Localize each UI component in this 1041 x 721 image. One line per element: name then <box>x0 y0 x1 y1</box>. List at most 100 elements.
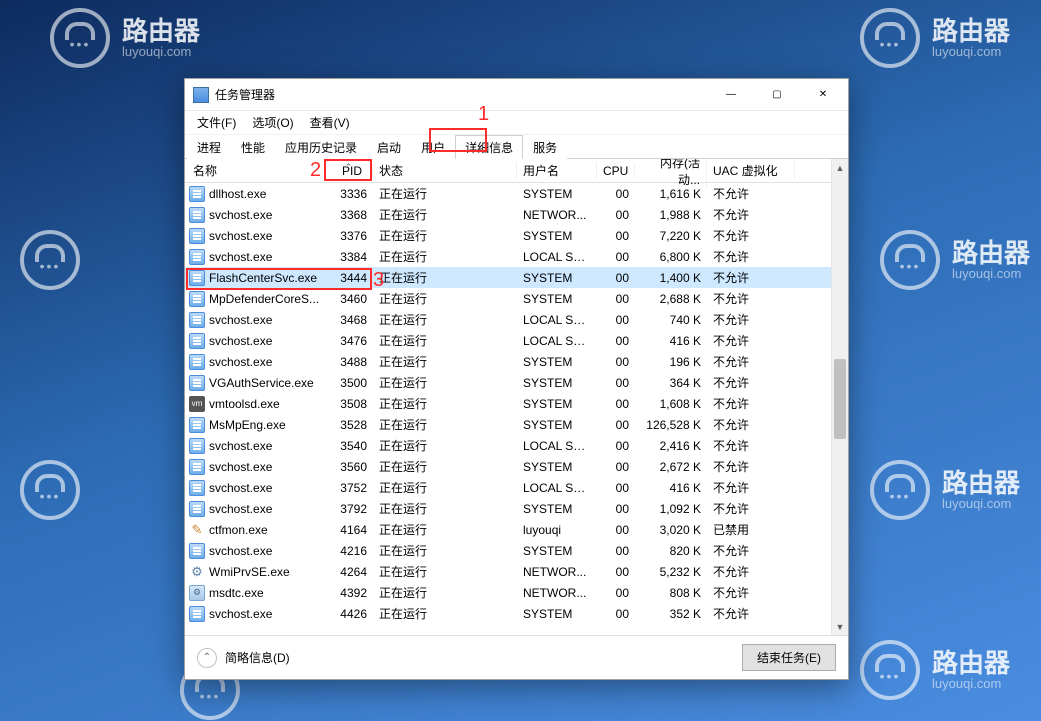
process-icon <box>189 291 205 307</box>
mem-cell: 6,800 K <box>635 250 707 264</box>
process-icon <box>189 438 205 454</box>
menu-options[interactable]: 选项(O) <box>246 112 299 133</box>
fewer-details-button[interactable]: ⌃ 简略信息(D) <box>197 648 290 668</box>
table-row[interactable]: svchost.exe3488正在运行SYSTEM00196 K不允许 <box>185 351 831 372</box>
table-row[interactable]: VGAuthService.exe3500正在运行SYSTEM00364 K不允… <box>185 372 831 393</box>
mem-cell: 2,688 K <box>635 292 707 306</box>
status-cell: 正在运行 <box>373 500 517 517</box>
table-row[interactable]: FlashCenterSvc.exe3444正在运行SYSTEM001,400 … <box>185 267 831 288</box>
cpu-cell: 00 <box>597 607 635 621</box>
vertical-scrollbar[interactable]: ▲ ▼ <box>831 159 848 635</box>
table-row[interactable]: msdtc.exe4392正在运行NETWOR...00808 K不允许 <box>185 582 831 603</box>
pid-cell: 3460 <box>325 292 373 306</box>
tab-startup[interactable]: 启动 <box>367 135 411 159</box>
user-cell: SYSTEM <box>517 187 597 201</box>
tab-services[interactable]: 服务 <box>523 135 567 159</box>
uac-cell: 不允许 <box>707 185 795 202</box>
cpu-cell: 00 <box>597 334 635 348</box>
uac-cell: 不允许 <box>707 584 795 601</box>
status-cell: 正在运行 <box>373 584 517 601</box>
table-row[interactable]: svchost.exe3752正在运行LOCAL SE...00416 K不允许 <box>185 477 831 498</box>
watermark-cn: 路由器 <box>122 17 200 46</box>
maximize-button[interactable]: ▢ <box>754 80 800 110</box>
cpu-cell: 00 <box>597 418 635 432</box>
table-row[interactable]: WmiPrvSE.exe4264正在运行NETWOR...005,232 K不允… <box>185 561 831 582</box>
fewer-details-label: 简略信息(D) <box>225 649 290 666</box>
uac-cell: 不允许 <box>707 542 795 559</box>
user-cell: NETWOR... <box>517 586 597 600</box>
status-cell: 正在运行 <box>373 290 517 307</box>
uac-cell: 不允许 <box>707 458 795 475</box>
process-icon <box>189 312 205 328</box>
minimize-button[interactable]: — <box>708 80 754 110</box>
process-name: dllhost.exe <box>209 187 266 201</box>
process-name: svchost.exe <box>209 250 272 264</box>
cpu-cell: 00 <box>597 187 635 201</box>
mem-cell: 1,608 K <box>635 397 707 411</box>
table-row[interactable]: svchost.exe3540正在运行LOCAL SE...002,416 K不… <box>185 435 831 456</box>
menu-file[interactable]: 文件(F) <box>191 112 242 133</box>
table-row[interactable]: MpDefenderCoreS...3460正在运行SYSTEM002,688 … <box>185 288 831 309</box>
uac-cell: 不允许 <box>707 353 795 370</box>
status-cell: 正在运行 <box>373 332 517 349</box>
pid-cell: 3528 <box>325 418 373 432</box>
col-status[interactable]: 状态 <box>373 162 517 179</box>
process-name: svchost.exe <box>209 607 272 621</box>
table-row[interactable]: svchost.exe3476正在运行LOCAL SE...00416 K不允许 <box>185 330 831 351</box>
pid-cell: 3476 <box>325 334 373 348</box>
uac-cell: 不允许 <box>707 290 795 307</box>
table-row[interactable]: svchost.exe3368正在运行NETWOR...001,988 K不允许 <box>185 204 831 225</box>
tab-app-history[interactable]: 应用历史记录 <box>275 135 367 159</box>
tab-details[interactable]: 详细信息 <box>455 135 523 159</box>
tab-processes[interactable]: 进程 <box>187 135 231 159</box>
table-row[interactable]: vmvmtoolsd.exe3508正在运行SYSTEM001,608 K不允许 <box>185 393 831 414</box>
table-row[interactable]: svchost.exe4426正在运行SYSTEM00352 K不允许 <box>185 603 831 624</box>
cpu-cell: 00 <box>597 565 635 579</box>
mem-cell: 196 K <box>635 355 707 369</box>
process-icon <box>189 270 205 286</box>
col-pid[interactable]: PID <box>325 164 373 178</box>
table-row[interactable]: svchost.exe3560正在运行SYSTEM002,672 K不允许 <box>185 456 831 477</box>
mem-cell: 2,672 K <box>635 460 707 474</box>
process-name: MsMpEng.exe <box>209 418 286 432</box>
scroll-down-icon[interactable]: ▼ <box>832 618 848 635</box>
scroll-thumb[interactable] <box>834 359 846 439</box>
col-name[interactable]: 名称 <box>185 162 325 179</box>
pid-cell: 3444 <box>325 271 373 285</box>
watermark <box>20 230 80 290</box>
cpu-cell: 00 <box>597 376 635 390</box>
col-cpu[interactable]: CPU <box>597 164 635 178</box>
col-mem[interactable]: 内存(活动... <box>635 159 707 188</box>
user-cell: NETWOR... <box>517 565 597 579</box>
pid-cell: 3488 <box>325 355 373 369</box>
cpu-cell: 00 <box>597 250 635 264</box>
pid-cell: 3752 <box>325 481 373 495</box>
scroll-up-icon[interactable]: ▲ <box>832 159 848 176</box>
end-task-button[interactable]: 结束任务(E) <box>742 644 836 671</box>
table-row[interactable]: MsMpEng.exe3528正在运行SYSTEM00126,528 K不允许 <box>185 414 831 435</box>
window-title: 任务管理器 <box>215 86 708 103</box>
table-header: 名称 PID 状态 用户名 CPU 内存(活动... UAC 虚拟化 <box>185 159 831 183</box>
user-cell: SYSTEM <box>517 355 597 369</box>
user-cell: SYSTEM <box>517 418 597 432</box>
col-uac[interactable]: UAC 虚拟化 <box>707 162 795 179</box>
table-row[interactable]: svchost.exe3792正在运行SYSTEM001,092 K不允许 <box>185 498 831 519</box>
uac-cell: 不允许 <box>707 374 795 391</box>
lock-icon <box>860 8 920 68</box>
table-row[interactable]: svchost.exe3376正在运行SYSTEM007,220 K不允许 <box>185 225 831 246</box>
titlebar[interactable]: 任务管理器 — ▢ ✕ <box>185 79 848 111</box>
mem-cell: 740 K <box>635 313 707 327</box>
table-row[interactable]: svchost.exe3468正在运行LOCAL SE...00740 K不允许 <box>185 309 831 330</box>
col-user[interactable]: 用户名 <box>517 162 597 179</box>
mem-cell: 820 K <box>635 544 707 558</box>
tab-performance[interactable]: 性能 <box>231 135 275 159</box>
close-button[interactable]: ✕ <box>800 80 846 110</box>
table-row[interactable]: svchost.exe3384正在运行LOCAL SE...006,800 K不… <box>185 246 831 267</box>
menu-view[interactable]: 查看(V) <box>304 112 356 133</box>
user-cell: LOCAL SE... <box>517 481 597 495</box>
user-cell: NETWOR... <box>517 208 597 222</box>
tab-users[interactable]: 用户 <box>411 135 455 159</box>
table-row[interactable]: dllhost.exe3336正在运行SYSTEM001,616 K不允许 <box>185 183 831 204</box>
table-row[interactable]: ctfmon.exe4164正在运行luyouqi003,020 K已禁用 <box>185 519 831 540</box>
table-row[interactable]: svchost.exe4216正在运行SYSTEM00820 K不允许 <box>185 540 831 561</box>
